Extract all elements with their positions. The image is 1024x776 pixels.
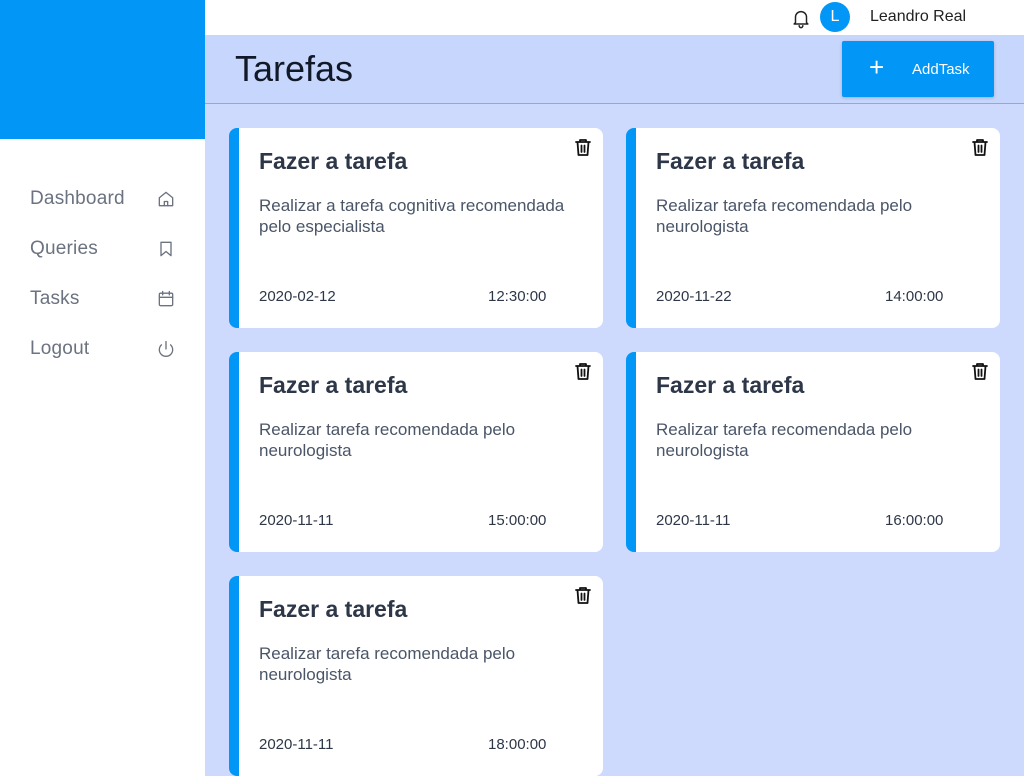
avatar[interactable]: L [820,2,850,32]
sidebar-item-label: Queries [30,238,98,259]
add-task-button[interactable]: + AddTask [842,41,994,97]
calendar-icon [156,289,176,309]
home-icon [156,189,176,209]
user-name[interactable]: Leandro Real [870,8,966,26]
task-title: Fazer a tarefa [259,372,408,398]
task-description: Realizar tarefa recomendada pelo neurolo… [259,420,516,460]
page-header: Tarefas + AddTask [205,35,1024,104]
main-content: Tarefas + AddTask Fazer a tarefa Realiza… [205,35,1024,776]
task-card[interactable]: Fazer a tarefa Realizar tarefa recomenda… [626,352,1000,552]
task-card[interactable]: Fazer a tarefa Realizar a tarefa cogniti… [229,128,603,328]
task-card[interactable]: Fazer a tarefa Realizar tarefa recomenda… [229,576,603,776]
sidebar-item-dashboard[interactable]: Dashboard [0,174,205,224]
task-description: Realizar tarefa recomendada pelo neurolo… [656,420,913,460]
task-date: 2020-11-22 [656,288,732,305]
bookmark-icon [156,239,176,259]
task-card[interactable]: Fazer a tarefa Realizar tarefa recomenda… [626,128,1000,328]
trash-icon[interactable] [971,361,989,381]
bell-icon[interactable] [790,7,812,29]
task-time: 15:00:00 [488,512,547,529]
sidebar-item-logout[interactable]: Logout [0,324,205,374]
task-date: 2020-02-12 [259,288,336,305]
sidebar-item-label: Logout [30,338,90,359]
task-time: 14:00:00 [885,288,944,305]
task-time: 18:00:00 [488,736,547,753]
task-date: 2020-11-11 [259,512,334,529]
task-title: Fazer a tarefa [656,148,805,174]
task-title: Fazer a tarefa [259,148,408,174]
task-date: 2020-11-11 [656,512,731,529]
task-card[interactable]: Fazer a tarefa Realizar tarefa recomenda… [229,352,603,552]
trash-icon[interactable] [574,585,592,605]
top-bar: L Leandro Real [205,0,1024,35]
sidebar-item-label: Dashboard [30,188,125,209]
task-time: 16:00:00 [885,512,944,529]
trash-icon[interactable] [574,361,592,381]
task-time: 12:30:00 [488,288,547,305]
task-title: Fazer a tarefa [259,596,408,622]
power-icon [156,339,176,359]
task-date: 2020-11-11 [259,736,334,753]
add-task-label: AddTask [912,61,970,78]
sidebar-item-tasks[interactable]: Tasks [0,274,205,324]
page-title: Tarefas [235,48,354,89]
task-description: Realizar tarefa recomendada pelo neurolo… [656,196,913,236]
sidebar-logo-area [0,0,205,139]
sidebar-item-queries[interactable]: Queries [0,224,205,274]
trash-icon[interactable] [971,137,989,157]
sidebar-item-label: Tasks [30,288,80,309]
task-description: Realizar a tarefa cognitiva recomendada … [259,196,565,236]
sidebar-nav: Dashboard Queries Tasks Logout [0,174,205,374]
trash-icon[interactable] [574,137,592,157]
task-description: Realizar tarefa recomendada pelo neurolo… [259,644,516,684]
sidebar: Dashboard Queries Tasks Logout [0,0,205,776]
plus-icon: + [869,52,885,82]
task-title: Fazer a tarefa [656,372,805,398]
